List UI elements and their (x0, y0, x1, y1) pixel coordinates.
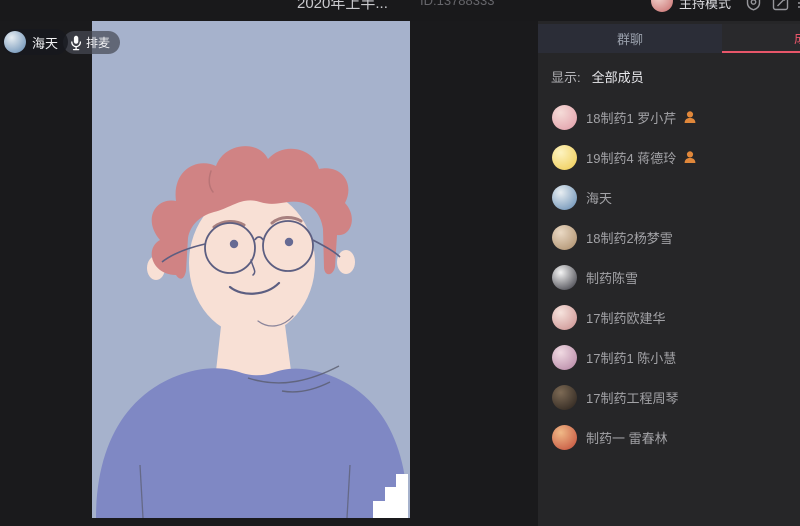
member-avatar (552, 145, 577, 170)
microphone-icon (70, 35, 82, 51)
meeting-id: ID:13788333 (420, 0, 494, 8)
member-avatar (552, 385, 577, 410)
person-badge-icon (683, 110, 697, 124)
member-avatar (552, 345, 577, 370)
member-avatar (552, 225, 577, 250)
edit-icon[interactable] (772, 0, 789, 11)
member-filter-row: 显示: 全部成员 (551, 67, 644, 86)
member-avatar (552, 185, 577, 210)
member-name: 17制药欧建华 (586, 308, 665, 327)
filter-label: 显示: (551, 67, 581, 86)
member-row[interactable]: 制药陈雪 (538, 257, 800, 297)
member-row[interactable]: 17制药工程周琴 (538, 377, 800, 417)
queue-mic-label: 排麦 (86, 34, 110, 51)
member-name: 制药一 雷春林 (586, 428, 668, 447)
member-name: 17制药1 陈小慧 (586, 348, 676, 367)
member-row[interactable]: 18制药2杨梦雪 (538, 217, 800, 257)
video-tile[interactable] (92, 21, 410, 518)
member-name: 17制药工程周琴 (586, 388, 678, 407)
person-badge-icon (683, 150, 697, 164)
member-avatar (552, 265, 577, 290)
queue-mic-button[interactable]: 排麦 (63, 31, 120, 54)
member-row[interactable]: 19制药4 蒋德玲 (538, 137, 800, 177)
nameplate-avatar (4, 31, 26, 53)
panel-tabbar: 群聊 成员 (538, 24, 800, 53)
member-name: 制药陈雪 (586, 268, 638, 287)
nameplate-name: 海天 (32, 33, 58, 52)
member-row[interactable]: 海天 (538, 177, 800, 217)
member-name: 18制药1 罗小芹 (586, 108, 676, 127)
top-bar: 2020年上半... ID:13788333 主持模式 (0, 0, 800, 21)
member-avatar (552, 425, 577, 450)
member-list: 18制药1 罗小芹 19制药4 蒋德玲 海天 18制药2杨梦雪 制药陈雪 (538, 97, 800, 457)
tab-group-chat[interactable]: 群聊 (538, 24, 722, 53)
member-name: 海天 (586, 188, 612, 207)
member-avatar (552, 105, 577, 130)
host-mode-label: 主持模式 (679, 0, 731, 12)
tab-members[interactable]: 成员 (722, 24, 800, 53)
member-panel: 群聊 成员 显示: 全部成员 18制药1 罗小芹 19制药4 蒋德玲 海天 18… (538, 21, 800, 526)
meeting-title: 2020年上半... (297, 0, 388, 13)
member-avatar (552, 305, 577, 330)
person-illustration (92, 21, 410, 518)
host-avatar[interactable] (651, 0, 673, 12)
member-name: 18制药2杨梦雪 (586, 228, 673, 247)
member-row[interactable]: 18制药1 罗小芹 (538, 97, 800, 137)
member-row[interactable]: 制药一 雷春林 (538, 417, 800, 457)
shield-icon[interactable] (745, 0, 762, 11)
menu-icon[interactable] (796, 0, 800, 11)
video-nameplate: 海天 (2, 29, 68, 55)
member-row[interactable]: 17制药1 陈小慧 (538, 337, 800, 377)
filter-value-dropdown[interactable]: 全部成员 (592, 67, 644, 86)
member-row[interactable]: 17制药欧建华 (538, 297, 800, 337)
member-name: 19制药4 蒋德玲 (586, 148, 676, 167)
